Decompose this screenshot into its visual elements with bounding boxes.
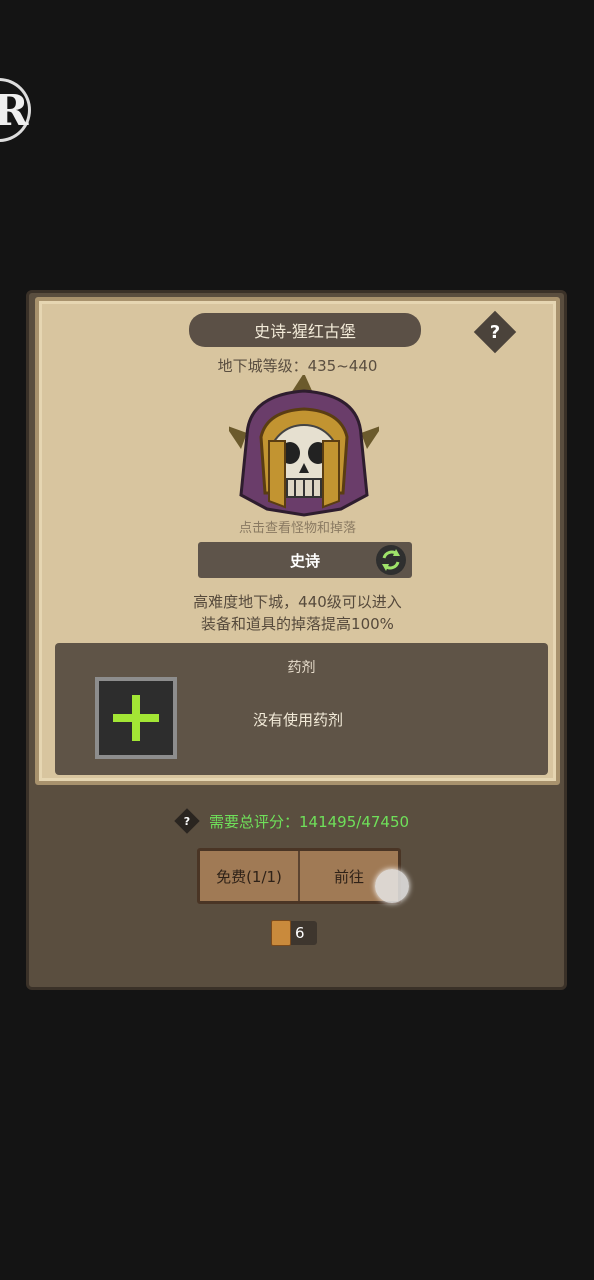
scroll-icon <box>271 920 291 946</box>
dungeon-level: 地下城等级：435~440 <box>217 357 378 375</box>
swap-difficulty-icon[interactable] <box>376 545 406 575</box>
touch-indicator <box>375 869 409 903</box>
ticket-counter: 6 <box>271 920 317 946</box>
dungeon-title: 史诗-猩红古堡 <box>189 313 421 347</box>
potion-title: 药剂 <box>287 660 316 676</box>
ticket-count: 6 <box>295 924 305 942</box>
action-buttons: 免费(1/1) 前往 <box>197 848 401 904</box>
score-requirement-text: 需要总评分：141495/47450 <box>209 812 410 831</box>
corner-badge[interactable]: R <box>0 78 31 142</box>
difficulty-selector[interactable]: 史诗 <box>198 542 412 578</box>
score-requirement: ? 需要总评分：141495/47450 <box>174 808 410 834</box>
score-help-icon[interactable]: ? <box>174 808 200 834</box>
potion-empty-text: 没有使用药剂 <box>253 711 344 729</box>
plus-icon-bar <box>113 714 159 722</box>
potion-panel: 药剂 没有使用药剂 <box>55 643 548 775</box>
dungeon-desc-line-2: 装备和道具的掉落提高100% <box>201 615 394 633</box>
help-icon[interactable]: ? <box>480 317 510 347</box>
dungeon-desc-line-1: 高难度地下城，440级可以进入 <box>193 593 402 611</box>
boss-helmet-icon[interactable] <box>229 375 379 525</box>
dungeon-info-panel: 史诗-猩红古堡 ? 地下城等级：435~440 点击查看怪物和掉落 史诗 高难度… <box>35 297 560 785</box>
score-help-glyph: ? <box>183 814 191 828</box>
boss-hint[interactable]: 点击查看怪物和掉落 <box>39 517 556 536</box>
add-potion-button[interactable] <box>95 677 177 759</box>
dungeon-dialog: 史诗-猩红古堡 ? 地下城等级：435~440 点击查看怪物和掉落 史诗 高难度… <box>26 290 567 990</box>
free-entry-button[interactable]: 免费(1/1) <box>200 851 298 901</box>
